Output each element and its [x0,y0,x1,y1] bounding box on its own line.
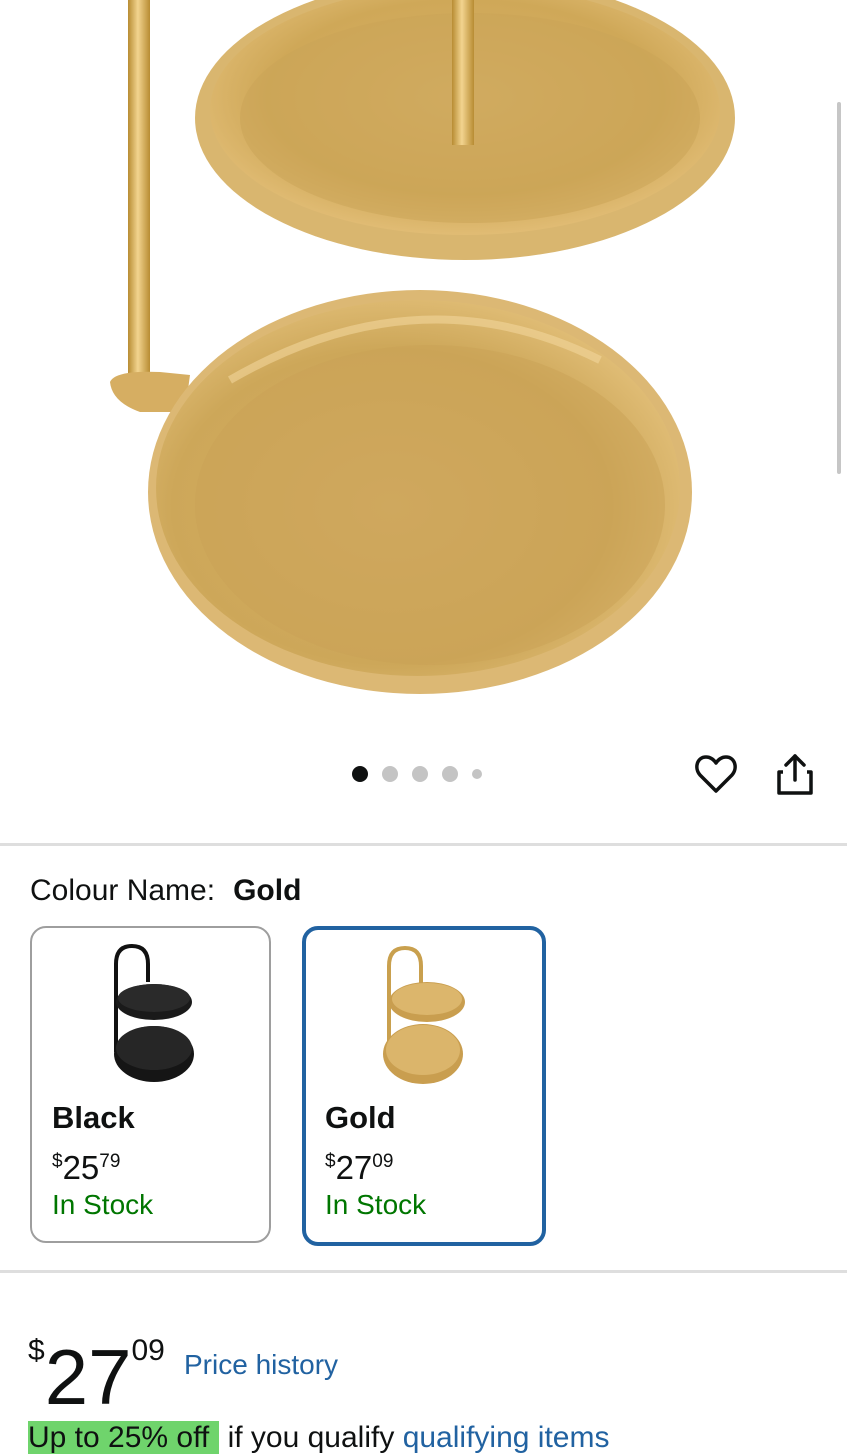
pager-dot[interactable] [382,766,398,782]
promo-row: Up to 25% off if you qualify qualifying … [28,1420,609,1456]
black-tray-thumbnail [113,943,194,1082]
option-stock-status: In Stock [325,1189,427,1220]
price-fraction: 09 [372,1151,394,1172]
wishlist-button[interactable] [690,748,742,800]
pager-dot[interactable] [442,766,458,782]
price-fraction: 79 [99,1151,121,1172]
image-pager[interactable] [352,766,482,782]
pager-dot[interactable] [352,766,368,782]
option-stock-status: In Stock [52,1189,154,1220]
share-button[interactable] [769,748,821,800]
section-divider [0,843,847,846]
variation-label: Colour Name: [30,874,216,907]
currency-symbol: $ [28,1334,45,1367]
qualifying-items-link[interactable]: qualifying items [403,1421,610,1454]
option-price: $2709 [325,1144,393,1186]
price-whole: 27 [335,1149,373,1186]
pager-dot[interactable] [412,766,428,782]
option-price: $2579 [52,1144,120,1186]
option-name: Gold [325,1100,396,1135]
price-whole: 27 [44,1333,132,1421]
product-image[interactable] [0,0,847,740]
heart-outline-icon [695,755,737,793]
currency-symbol: $ [52,1151,63,1172]
promo-badge: Up to 25% off [28,1421,220,1454]
price-whole: 25 [62,1149,100,1186]
promo-text: if you qualify [227,1421,395,1454]
section-divider [0,1270,847,1273]
price-history-link[interactable]: Price history [184,1348,338,1382]
price-fraction: 09 [131,1334,165,1367]
share-icon [777,754,813,795]
product-price: $2709 [28,1310,165,1418]
colour-option-black[interactable]: Black $2579 In Stock [30,926,271,1243]
gold-tray-thumbnail [383,945,465,1084]
pager-dot[interactable] [472,769,482,779]
variation-label-row: Colour Name: Gold [30,872,301,910]
colour-option-gold[interactable]: Gold $2709 In Stock [302,926,546,1246]
gallery-scrollbar[interactable] [837,102,841,474]
option-name: Black [52,1100,135,1135]
variation-selected-value: Gold [233,874,302,907]
currency-symbol: $ [325,1151,336,1172]
product-photo [110,0,735,694]
